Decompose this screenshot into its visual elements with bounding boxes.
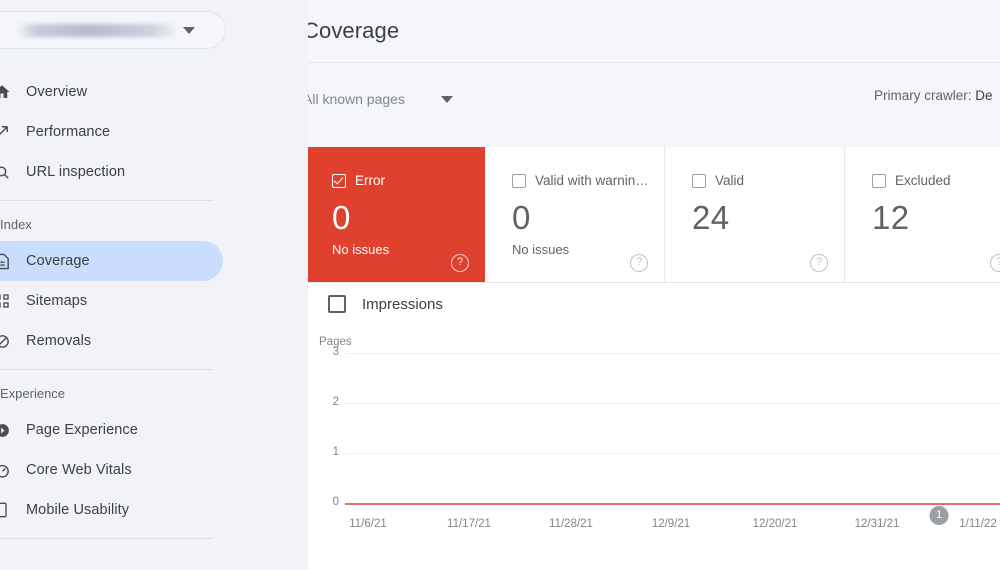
sidebar-section-index: Index: [0, 216, 32, 232]
x-tick: 12/20/21: [752, 518, 798, 530]
sidebar-nav: Overview Performance URL inspection Inde…: [0, 72, 308, 545]
sidebar-item-coverage[interactable]: Coverage: [0, 241, 223, 281]
card-value: 12: [872, 199, 910, 236]
card-header: Valid with warnin…: [512, 173, 664, 188]
removals-icon: [0, 331, 12, 351]
sitemap-icon: [0, 291, 12, 311]
sidebar-section-experience: Experience: [0, 385, 66, 401]
x-tick: 1/11/22: [959, 518, 997, 530]
help-icon[interactable]: ?: [451, 254, 469, 272]
sidebar-item-page-experience[interactable]: Page Experience: [0, 410, 223, 450]
page-title: Coverage: [308, 18, 400, 43]
property-selector[interactable]: [0, 11, 226, 49]
card-header: Valid: [692, 173, 844, 188]
sidebar-item-label: Overview: [26, 84, 88, 100]
sidebar-divider-1: [0, 200, 213, 201]
impressions-label: Impressions: [362, 295, 443, 313]
sidebar-item-mobile-usability[interactable]: Mobile Usability: [0, 490, 223, 530]
status-card-valid-with-warnings[interactable]: Valid with warnin… 0 No issues ?: [485, 147, 665, 282]
sidebar-item-label: Performance: [26, 124, 111, 140]
help-icon[interactable]: ?: [810, 254, 828, 272]
card-label: Error: [355, 173, 385, 188]
primary-crawler-note: Primary crawler: De: [874, 88, 993, 103]
sidebar-item-url-inspection[interactable]: URL inspection: [0, 152, 223, 192]
card-header: Excluded: [872, 173, 1000, 188]
status-card-error[interactable]: Error 0 No issues ?: [308, 147, 485, 282]
trending-up-icon: [0, 122, 12, 142]
sidebar-item-label: Sitemaps: [26, 293, 88, 309]
search-icon: [0, 162, 12, 182]
sidebar-item-overview[interactable]: Overview: [0, 72, 223, 112]
chart-x-axis: 11/6/21 11/17/21 11/28/21 12/9/21 12/20/…: [319, 518, 1000, 548]
card-value: 0: [512, 199, 531, 236]
card-label: Valid: [715, 173, 745, 188]
mobile-icon: [0, 500, 12, 520]
series-line-error: [345, 503, 1000, 505]
status-card-excluded[interactable]: Excluded 12 ?: [845, 147, 1000, 282]
chevron-down-icon: [440, 95, 453, 103]
card-label: Excluded: [895, 173, 951, 188]
gridline: [345, 353, 1000, 354]
y-tick: 3: [332, 346, 339, 358]
sidebar-item-label: Core Web Vitals: [26, 462, 132, 478]
y-tick: 0: [332, 496, 339, 508]
chart-plot-area: 3 2 1 0: [319, 346, 1000, 508]
crawler-value: De: [975, 88, 993, 103]
coverage-chart-panel: Impressions Pages 3 2 1 0 1 11/6/21 11/1…: [308, 283, 1000, 570]
page-experience-icon: [0, 420, 12, 440]
sidebar-divider-2: [0, 369, 213, 370]
y-tick: 2: [332, 396, 339, 408]
home-icon: [0, 82, 12, 102]
sidebar-item-label: URL inspection: [26, 164, 126, 180]
checkbox-excluded[interactable]: [872, 173, 886, 188]
y-tick: 1: [332, 446, 339, 458]
card-label: Valid with warnin…: [535, 173, 649, 188]
checkbox-error[interactable]: [332, 173, 346, 188]
card-value: 0: [332, 199, 351, 236]
status-card-valid[interactable]: Valid 24 ?: [665, 147, 845, 282]
coverage-icon: [0, 251, 12, 271]
x-tick: 11/17/21: [447, 518, 491, 530]
sidebar: Overview Performance URL inspection Inde…: [0, 0, 308, 570]
x-tick: 11/6/21: [349, 518, 387, 530]
property-name-redacted: [17, 23, 177, 37]
checkbox-valid[interactable]: [692, 173, 706, 188]
main-content: Coverage All known pages Primary crawler…: [308, 0, 1000, 570]
sidebar-item-label: Mobile Usability: [26, 502, 130, 518]
sidebar-divider-3: [0, 538, 213, 539]
speed-icon: [0, 460, 12, 480]
sidebar-item-label: Page Experience: [26, 422, 138, 438]
impressions-toggle[interactable]: Impressions: [328, 295, 443, 313]
crawler-prefix: Primary crawler:: [874, 88, 976, 103]
checkbox-valid-with-warnings[interactable]: [512, 173, 526, 188]
sidebar-item-label: Coverage: [26, 253, 90, 269]
status-cards: Error 0 No issues ? Valid with warnin… 0…: [308, 147, 1000, 282]
sidebar-item-removals[interactable]: Removals: [0, 321, 223, 361]
filter-label: All known pages: [308, 91, 405, 107]
chevron-down-icon: [183, 26, 195, 34]
title-divider: [308, 62, 1000, 63]
x-tick: 11/28/21: [549, 518, 593, 530]
card-value: 24: [692, 199, 730, 236]
help-icon[interactable]: ?: [630, 254, 648, 272]
x-tick: 12/31/21: [854, 518, 900, 530]
help-icon[interactable]: ?: [990, 254, 1000, 272]
sidebar-item-performance[interactable]: Performance: [0, 112, 223, 152]
search-console-coverage-page: Overview Performance URL inspection Inde…: [0, 0, 1000, 570]
gridline: [345, 403, 1000, 404]
sidebar-item-core-web-vitals[interactable]: Core Web Vitals: [0, 450, 223, 490]
sidebar-item-label: Removals: [26, 333, 92, 349]
known-pages-filter[interactable]: All known pages: [308, 91, 453, 107]
gridline: [345, 453, 1000, 454]
sidebar-item-sitemaps[interactable]: Sitemaps: [0, 281, 223, 321]
x-tick: 12/9/21: [651, 518, 691, 530]
card-header: Error: [332, 173, 485, 188]
checkbox-impressions[interactable]: [328, 295, 346, 313]
